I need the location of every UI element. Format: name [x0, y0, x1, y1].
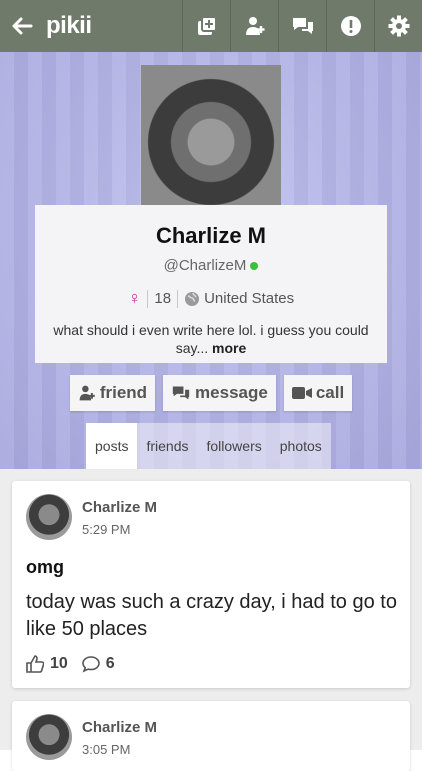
- profile-name: Charlize M: [155, 223, 267, 248]
- thumbs-up-icon[interactable]: [26, 655, 44, 673]
- post-time: 5:29 PM: [82, 522, 131, 537]
- post-author[interactable]: Charlize M: [82, 719, 157, 736]
- profile-bio: what should i even write here lol. i gue…: [53, 321, 369, 357]
- video-camera-icon: [291, 387, 312, 399]
- tab-photos[interactable]: photos: [270, 423, 331, 469]
- profile-handle: @CharlizeM: [163, 257, 247, 274]
- chat-icon: [172, 386, 190, 400]
- comment-count: 6: [105, 655, 115, 672]
- post-card[interactable]: Charlize M 5:29 PM omg today was such a …: [12, 481, 410, 688]
- bio-more-link[interactable]: more: [212, 340, 246, 356]
- post-feed: Charlize M 5:29 PM omg today was such a …: [0, 469, 422, 771]
- profile-age: 18: [154, 290, 172, 307]
- globe-icon: [185, 291, 200, 306]
- add-post-button[interactable]: [182, 0, 230, 52]
- settings-button[interactable]: [374, 0, 422, 52]
- tab-posts[interactable]: posts: [86, 423, 138, 469]
- chat-icon: [292, 18, 313, 34]
- back-arrow-icon: [12, 17, 33, 35]
- friend-button-label: friend: [99, 383, 148, 402]
- profile-tabs: posts friends followers photos: [86, 423, 331, 469]
- post-title: omg: [26, 557, 64, 577]
- profile-location: United States: [204, 290, 295, 307]
- profile-card: Charlize M @CharlizeM ♀ 18 United States…: [35, 205, 387, 363]
- friend-button[interactable]: friend: [69, 375, 156, 411]
- profile-header: Charlize M @CharlizeM ♀ 18 United States…: [0, 52, 422, 469]
- tab-followers[interactable]: followers: [197, 423, 271, 469]
- gear-icon: [388, 15, 409, 37]
- notifications-button[interactable]: [326, 0, 374, 52]
- top-bar: pikii: [0, 0, 422, 52]
- post-stats: 10 6: [26, 655, 115, 673]
- alert-icon: [340, 16, 361, 36]
- message-button[interactable]: message: [163, 375, 276, 411]
- add-post-icon: [197, 16, 217, 35]
- call-button[interactable]: call: [283, 375, 353, 411]
- add-friend-button[interactable]: [230, 0, 278, 52]
- profile-handle-row: @CharlizeM: [35, 257, 387, 274]
- profile-meta: ♀ 18 United States: [35, 288, 387, 309]
- avatar[interactable]: [26, 494, 72, 540]
- post-body: today was such a crazy day, i had to go …: [26, 591, 397, 640]
- call-button-label: call: [315, 383, 345, 402]
- bio-text: what should i even write here lol. i gue…: [53, 322, 369, 356]
- post-card[interactable]: Charlize M 3:05 PM: [12, 701, 410, 771]
- add-user-icon: [245, 17, 264, 35]
- messages-button[interactable]: [278, 0, 326, 52]
- tab-friends[interactable]: friends: [137, 423, 198, 469]
- back-button[interactable]: [0, 0, 44, 52]
- gender-icon: ♀: [127, 288, 142, 308]
- comment-icon[interactable]: [81, 655, 100, 673]
- profile-actions: friend message call: [0, 375, 422, 411]
- profile-photo[interactable]: [141, 65, 281, 205]
- online-status-dot: [250, 261, 259, 270]
- avatar[interactable]: [26, 714, 72, 760]
- app-logo: pikii: [46, 12, 92, 39]
- post-author[interactable]: Charlize M: [82, 499, 157, 516]
- add-user-icon: [79, 385, 95, 401]
- like-count: 10: [50, 655, 68, 672]
- message-button-label: message: [195, 383, 268, 402]
